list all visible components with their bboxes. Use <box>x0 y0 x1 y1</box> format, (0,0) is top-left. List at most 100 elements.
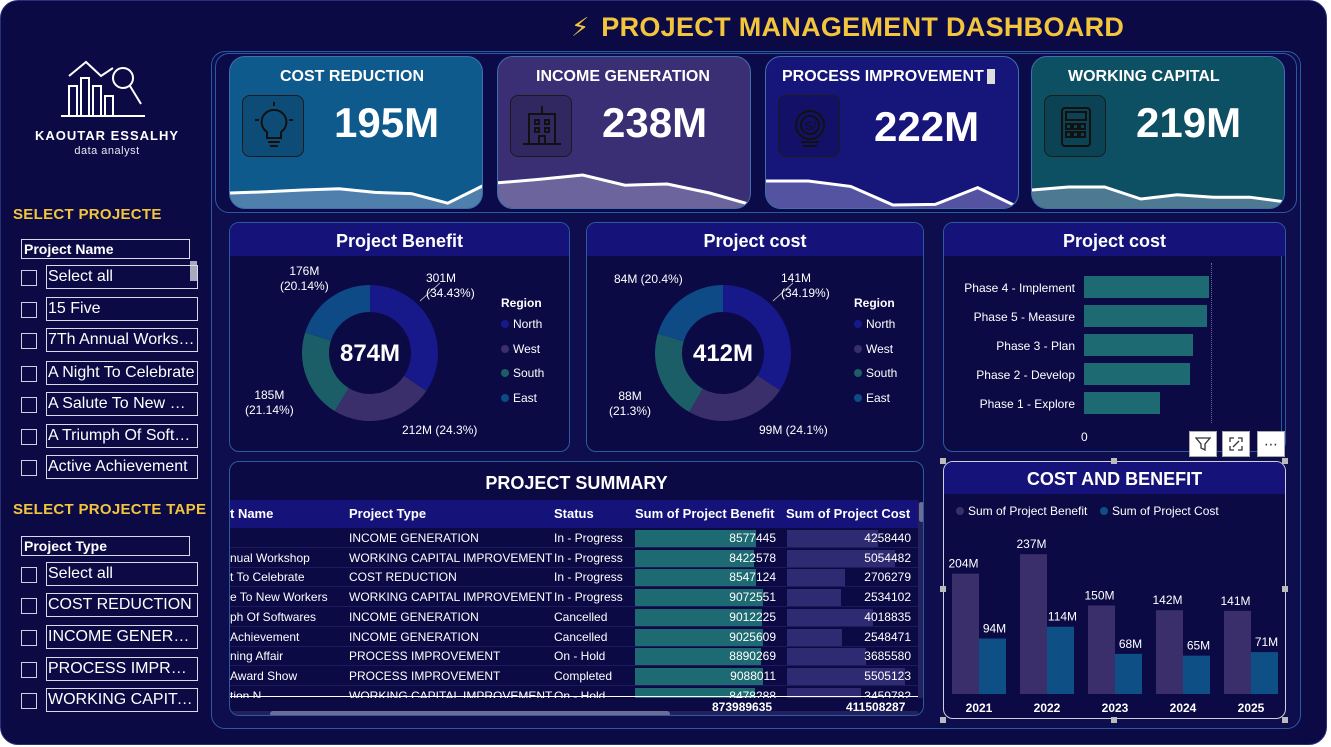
cost-benefit-card[interactable]: COST AND BENEFIT Sum of Project Benefit … <box>943 461 1286 719</box>
table-header: t Name Project Type Status Sum of Projec… <box>230 500 918 528</box>
slicer-item[interactable]: Select all <box>21 265 199 289</box>
sparkline-income-generation <box>498 173 750 208</box>
slicer-item[interactable]: Select all <box>21 562 199 586</box>
phase-label: Phase 5 - Measure <box>973 310 1075 324</box>
kpi-card-cost-reduction[interactable]: COST REDUCTION 195M <box>229 56 483 209</box>
table-cell: 9072551 <box>729 590 776 605</box>
table-cell: ph Of Softwares <box>230 609 317 624</box>
kpi-card-working-capital[interactable]: WORKING CAPITAL 219M <box>1031 56 1285 209</box>
checkbox[interactable] <box>21 662 37 678</box>
slicer-item[interactable]: 7Th Annual Workshop <box>21 328 199 352</box>
legend-west[interactable]: West <box>501 342 540 356</box>
column-bar <box>1251 652 1278 694</box>
phase-bar[interactable] <box>1084 305 1208 327</box>
slicer-item[interactable]: A Triumph Of Softwares <box>21 424 199 448</box>
slicer-item[interactable]: COST REDUCTION <box>21 593 199 617</box>
column-bar <box>1183 655 1210 694</box>
legend-south[interactable]: South <box>854 366 897 380</box>
table-cell: 9088011 <box>730 668 776 683</box>
column-label: 204M <box>948 557 978 571</box>
vertical-scrollbar[interactable] <box>918 502 923 698</box>
slicer-item[interactable]: A Salute To New Workers <box>21 392 199 416</box>
checkbox[interactable] <box>21 598 37 614</box>
checkbox[interactable] <box>21 333 37 349</box>
table-row[interactable]: ph Of Softwares INCOME GENERATION Cancelle… <box>230 607 918 627</box>
checkbox[interactable] <box>21 397 37 413</box>
phase-bar[interactable] <box>1084 334 1194 356</box>
legend-north[interactable]: North <box>854 317 895 331</box>
table-cell: PROCESS IMPROVEMENT <box>349 668 501 683</box>
table-cell: 5505123 <box>864 668 911 683</box>
more-options-icon[interactable]: ⋯ <box>1257 431 1285 457</box>
checkbox[interactable] <box>21 460 37 476</box>
kpi-card-process-improvement[interactable]: PROCESS IMPROVEMENT S/ 222M <box>765 56 1019 209</box>
legend-east[interactable]: East <box>501 391 537 405</box>
table-cell: Cancelled <box>554 629 608 644</box>
project-benefit-card[interactable]: Project Benefit 874M 301M (34.43%) 212M (… <box>229 222 570 452</box>
legend-north[interactable]: North <box>501 317 542 331</box>
donut-slice <box>657 285 723 342</box>
col-header[interactable]: t Name <box>230 506 273 521</box>
project-cost-phase-card[interactable]: Project cost Phase 4 - Implement Phase 5… <box>943 222 1286 452</box>
col-header[interactable]: Status <box>554 506 594 521</box>
horizontal-scrollbar[interactable] <box>230 711 918 715</box>
phase-bar[interactable] <box>1084 276 1209 298</box>
project-cost-donut-card[interactable]: Project cost 412M 141M (34.19%) 99M (24.1… <box>586 222 924 452</box>
cost-data-bar <box>787 628 842 646</box>
kpi-title: PROCESS IMPROVEMENT <box>782 68 984 85</box>
phase-label: Phase 4 - Implement <box>964 281 1075 295</box>
slicer-item[interactable]: WORKING CAPITAL IMPROVEMENT <box>21 688 199 712</box>
table-row[interactable]: Achievement INCOME GENERATION Cancelled 902… <box>230 627 918 647</box>
column-label: 94M <box>983 622 1006 636</box>
project-summary-card[interactable]: PROJECT SUMMARY t Name Project Type Stat… <box>229 461 924 716</box>
table-row[interactable]: e To New Workers WORKING CAPITAL IMPROVEM… <box>230 587 918 608</box>
kpi-card-income-generation[interactable]: INCOME GENERATION 238M <box>497 56 751 209</box>
legend-south[interactable]: South <box>501 366 544 380</box>
legend-west[interactable]: West <box>854 342 893 356</box>
table-cell: In - Progress <box>554 550 623 565</box>
table-cell: 9025609 <box>729 629 776 644</box>
phase-bar[interactable] <box>1084 392 1160 414</box>
checkbox[interactable] <box>21 693 37 709</box>
table-cell: 8422578 <box>729 550 776 565</box>
sparkline-process-improvement <box>766 179 1018 208</box>
table-row[interactable]: nual Workshop WORKING CAPITAL IMPROVEMENT… <box>230 548 918 568</box>
table-row[interactable]: INCOME GENERATION In - Progress 8577445 425… <box>230 528 918 548</box>
checkbox[interactable] <box>21 366 37 382</box>
col-header[interactable]: Sum of Project Benefit <box>635 506 774 521</box>
table-row[interactable]: t To Celebrate COST REDUCTION In - Progres… <box>230 567 918 588</box>
checkbox[interactable] <box>21 270 37 286</box>
checkbox[interactable] <box>21 630 37 646</box>
donut-slice <box>334 375 427 421</box>
slicer-item[interactable]: Active Achievement <box>21 455 199 479</box>
checkbox[interactable] <box>21 302 37 318</box>
year-label: 2024 <box>1170 701 1197 715</box>
sparkline-cost-reduction <box>230 184 482 208</box>
column-bar <box>1224 610 1251 694</box>
phase-bar[interactable] <box>1084 363 1191 385</box>
legend-east[interactable]: East <box>854 391 890 405</box>
slicer-item[interactable]: 15 Five <box>21 297 199 321</box>
year-label: 2022 <box>1034 701 1061 715</box>
table-body: INCOME GENERATION In - Progress 8577445 425… <box>230 528 918 698</box>
col-header[interactable]: Project Type <box>349 506 426 521</box>
focus-mode-icon[interactable] <box>1222 431 1250 457</box>
kpi-title: COST REDUCTION <box>280 68 424 85</box>
slicer-item[interactable]: A Night To Celebrate <box>21 361 199 385</box>
table-cell: Achievement <box>230 629 300 644</box>
table-cell: COST REDUCTION <box>349 570 457 585</box>
year-label: 2025 <box>1238 701 1265 715</box>
filter-icon[interactable] <box>1189 431 1217 457</box>
card-title: Project cost <box>944 223 1285 256</box>
select-project-title: SELECT PROJECTE <box>13 206 162 223</box>
column-bar <box>952 573 979 694</box>
slicer-item[interactable]: INCOME GENERATION <box>21 625 199 649</box>
checkbox[interactable] <box>21 567 37 583</box>
table-row[interactable]: Award Show PROCESS IMPROVEMENT Completed 90… <box>230 666 918 686</box>
col-header[interactable]: Sum of Project Cost <box>786 506 910 521</box>
column-label: 141M <box>1220 594 1250 608</box>
table-cell: INCOME GENERATION <box>349 531 479 545</box>
checkbox[interactable] <box>21 429 37 445</box>
table-row[interactable]: ning Affair PROCESS IMPROVEMENT On - Hold 8… <box>230 646 918 667</box>
slicer-item[interactable]: PROCESS IMPROVEMENT <box>21 657 199 681</box>
